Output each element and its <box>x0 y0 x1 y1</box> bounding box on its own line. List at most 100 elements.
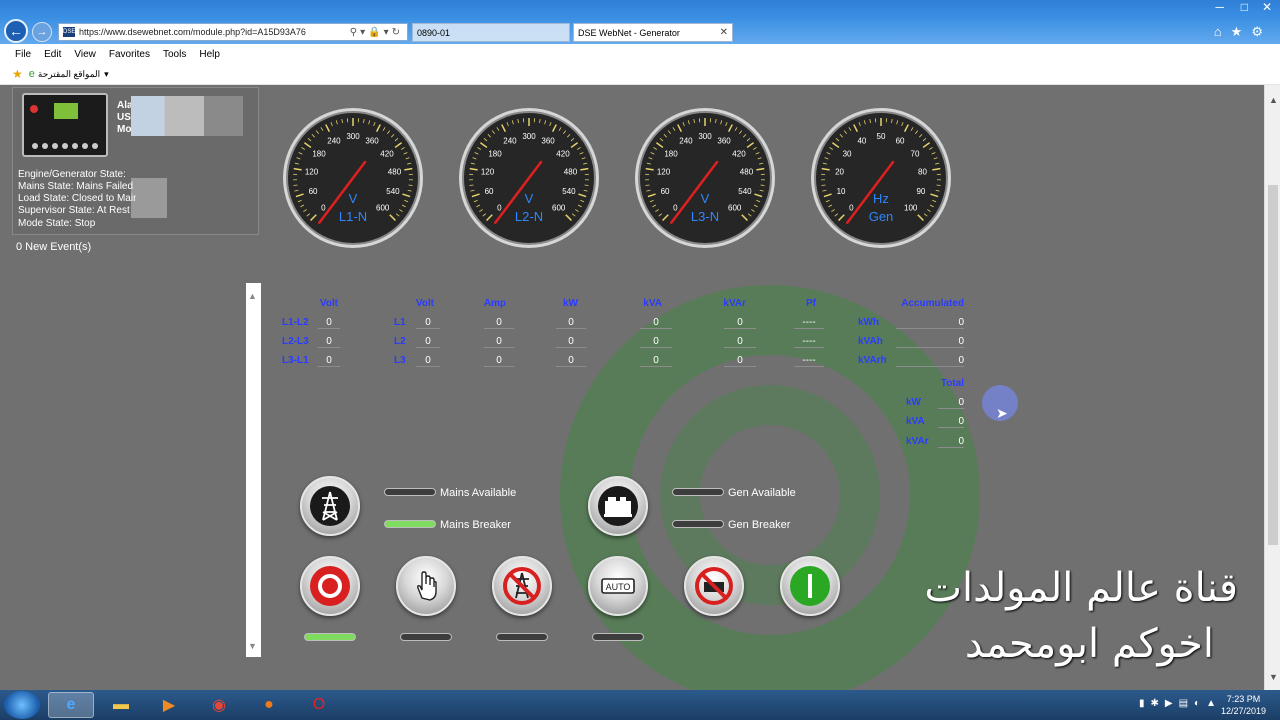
mains-inhibit-led <box>496 633 548 641</box>
table-cell: 0 <box>938 397 964 409</box>
scroll-up-icon[interactable]: ▲ <box>248 291 257 301</box>
gauge-tick-label: 480 <box>564 167 578 176</box>
start-button[interactable] <box>780 556 840 616</box>
auto-icon: AUTO <box>601 578 635 594</box>
scrollbar-thumb[interactable] <box>1268 185 1278 545</box>
page-scrollbar[interactable]: ▲ ▼ <box>1264 85 1280 690</box>
gauge-tick-label: 0 <box>497 204 502 213</box>
close-tab-icon[interactable]: ✕ <box>720 27 728 38</box>
mains-state: Mains State: Mains Failed <box>18 181 134 192</box>
address-bar[interactable]: DSE https://www.dsewebnet.com/module.php… <box>58 23 408 41</box>
table-cell: 0 <box>484 317 514 329</box>
address-url[interactable]: https://www.dsewebnet.com/module.php?id=… <box>79 27 350 37</box>
gauge-tick-label: 360 <box>541 137 555 146</box>
alarm-led-icon <box>30 105 38 113</box>
gauge-tick-label: 240 <box>503 137 517 146</box>
close-window-icon[interactable]: ✕ <box>1262 0 1272 14</box>
gauge-tick-label: 60 <box>661 187 670 196</box>
table-cell: 0 <box>724 317 756 329</box>
menu-help[interactable]: Help <box>199 49 220 60</box>
gauge-l2-n: 0 60 120 180 240 300 360 420 480 540 600 V L2-N <box>458 107 600 249</box>
manual-led <box>400 633 452 641</box>
tab-label: DSE WebNet - Generator <box>578 27 680 38</box>
favorites-star-icon[interactable]: ★ <box>12 67 23 81</box>
start-menu-button[interactable] <box>4 691 40 719</box>
table-cell: 0 <box>484 336 514 348</box>
table-scroll-strip[interactable]: ▲ ▼ <box>246 283 261 657</box>
scroll-up-icon[interactable]: ▲ <box>1269 95 1278 105</box>
menu-file[interactable]: File <box>15 49 31 60</box>
gauge-tick <box>469 184 474 186</box>
mains-breaker-led <box>384 520 436 528</box>
gauge-tick-label: 540 <box>562 187 576 196</box>
maximize-icon[interactable]: □ <box>1241 0 1248 14</box>
device-panel: Ala US Mo Engine/Generator State: Mains … <box>12 87 259 235</box>
mains-inhibit-button[interactable] <box>492 556 552 616</box>
gauge-tick-label: 420 <box>732 149 746 158</box>
chevron-down-icon[interactable]: ▾ <box>104 69 109 80</box>
favorites-bar: ★ e المواقع المقترحة ▾ <box>0 64 1280 85</box>
table-cell: 0 <box>724 336 756 348</box>
manual-button[interactable] <box>396 556 456 616</box>
system-tray-icons[interactable]: ▮✱▶▤◐▲ <box>1139 698 1222 709</box>
forward-button[interactable]: → <box>32 22 52 42</box>
table-cell: ---- <box>794 317 824 329</box>
gauge-tick-label: 180 <box>488 149 502 158</box>
menu-view[interactable]: View <box>74 49 96 60</box>
gauge-tick-label: 180 <box>664 149 678 158</box>
auto-button[interactable]: AUTO <box>588 556 648 616</box>
table-cell: 0 <box>556 355 586 367</box>
clock[interactable]: 7:23 PM 12/27/2019 <box>1221 693 1266 717</box>
gauge-tick <box>408 184 413 186</box>
ie-taskbar-icon[interactable]: e <box>48 692 94 718</box>
menu-favorites[interactable]: Favorites <box>109 49 150 60</box>
tab-0890-01[interactable]: 0890-01 <box>412 23 570 42</box>
new-events-link[interactable]: 0 New Event(s) <box>16 241 91 253</box>
tab-dse-webnet[interactable]: DSE WebNet - Generator ✕ <box>573 23 733 42</box>
gauge-tick-label: 0 <box>849 204 854 213</box>
redacted-area <box>131 178 167 218</box>
taskbar: e ▬ ▶ ◉ ● O ▮✱▶▤◐▲ 7:23 PM 12/27/2019 <box>0 690 1280 720</box>
power-tower-icon <box>310 486 350 526</box>
back-button[interactable]: ← <box>4 19 28 43</box>
media-player-taskbar-icon[interactable]: ▶ <box>146 692 192 718</box>
gauge-tick-label: 70 <box>911 149 920 158</box>
gauge-label: Gen <box>869 209 894 224</box>
folder-taskbar-icon[interactable]: ▬ <box>98 692 144 718</box>
redacted-area <box>131 96 243 136</box>
gauge-tick-label: 0 <box>673 204 678 213</box>
gen-available-led <box>672 488 724 496</box>
scroll-down-icon[interactable]: ▼ <box>1269 672 1278 682</box>
gauge-tick-label: 540 <box>738 187 752 196</box>
gauge-tick-label: 600 <box>376 204 390 213</box>
gen-available-label: Gen Available <box>728 487 796 499</box>
search-refresh-icon[interactable]: ⚲▾🔒▾↻ <box>350 27 407 38</box>
gauge-unit: V <box>349 191 358 206</box>
menu-edit[interactable]: Edit <box>44 49 61 60</box>
suggested-sites-link[interactable]: المواقع المقترحة <box>38 69 100 80</box>
clock-time: 7:23 PM <box>1226 694 1261 704</box>
row-label-kvarh: kVArh <box>858 355 887 366</box>
gauge-tick-label: 40 <box>857 137 866 146</box>
minimize-icon[interactable]: ─ <box>1215 0 1224 14</box>
generator-inhibit-button[interactable] <box>684 556 744 616</box>
gauge-tick-label: 240 <box>327 137 341 146</box>
chrome-taskbar-icon[interactable]: ◉ <box>196 692 242 718</box>
row-label-l2: L2 <box>394 336 406 347</box>
gauge-l1-n: 0 60 120 180 240 300 360 420 480 540 600 V L1-N <box>282 107 424 249</box>
gauge-tick-label: 600 <box>728 204 742 213</box>
gauge-tick-label: 300 <box>698 132 712 141</box>
stop-button[interactable] <box>300 556 360 616</box>
scroll-down-icon[interactable]: ▼ <box>248 641 257 651</box>
site-favicon-icon: DSE <box>63 27 76 37</box>
home-star-gear-icons[interactable]: ⌂★⚙ <box>1214 24 1272 40</box>
menu-tools[interactable]: Tools <box>163 49 186 60</box>
firefox-taskbar-icon[interactable]: ● <box>246 692 292 718</box>
controller-image <box>22 93 108 157</box>
opera-taskbar-icon[interactable]: O <box>296 692 342 718</box>
gauge-tick-label: 180 <box>312 149 326 158</box>
no-generator-icon <box>695 567 733 605</box>
table-cell: 0 <box>556 336 586 348</box>
col-kw: kW <box>563 298 578 309</box>
no-mains-icon <box>503 567 541 605</box>
